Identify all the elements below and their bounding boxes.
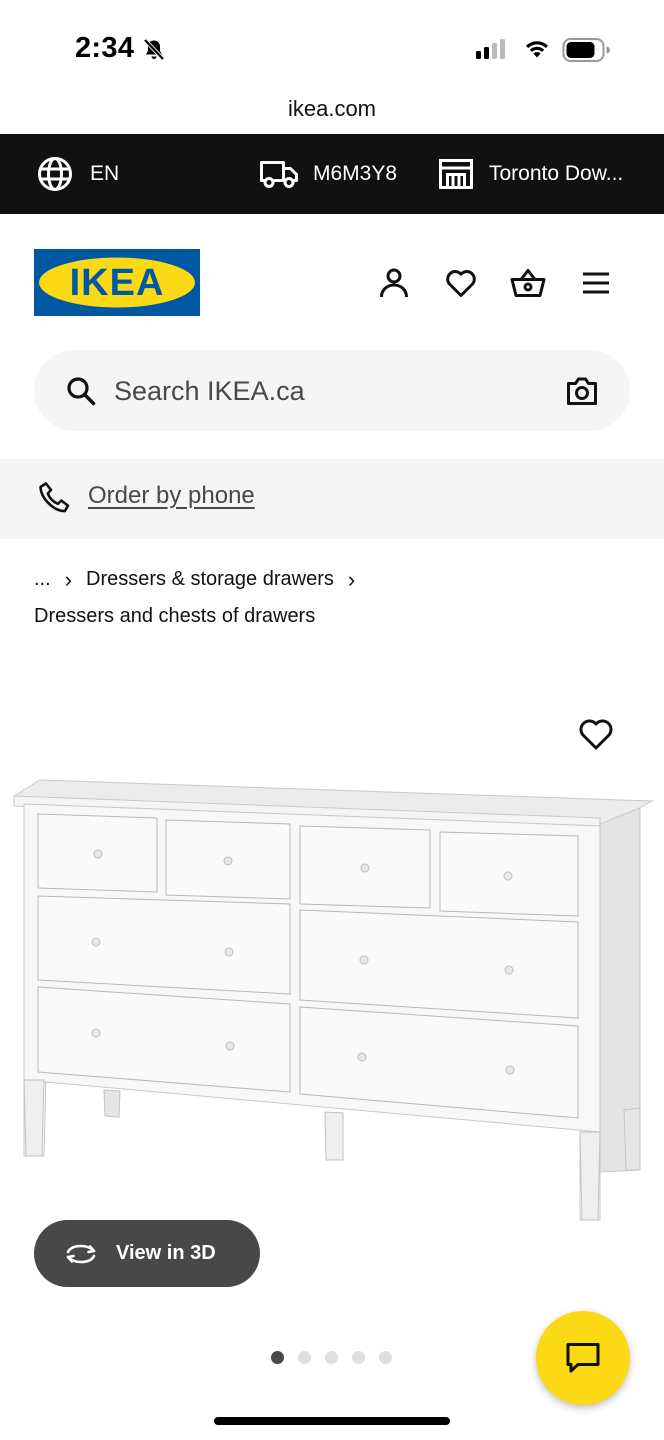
cellular-signal-icon	[476, 39, 505, 59]
language-label: EN	[90, 162, 120, 185]
carousel-dot-5[interactable]	[379, 1351, 392, 1364]
carousel-dot-2[interactable]	[298, 1351, 311, 1364]
store-label: Toronto Dow...	[489, 162, 624, 185]
delivery-truck-icon	[260, 161, 298, 188]
breadcrumb: ... › Dressers & storage drawers › Dress…	[34, 561, 634, 635]
rotate-3d-icon	[66, 1244, 96, 1263]
status-time: 2:34	[75, 32, 135, 64]
view-in-3d-label: View in 3D	[116, 1242, 216, 1264]
breadcrumb-separator: ›	[347, 567, 356, 592]
wishlist-button[interactable]	[443, 265, 479, 301]
person-icon	[380, 268, 408, 298]
heart-icon	[446, 270, 476, 297]
carousel-dot-1[interactable]	[271, 1351, 284, 1364]
image-carousel-dots	[271, 1351, 392, 1364]
bell-muted-icon	[143, 38, 165, 61]
carousel-dot-3[interactable]	[325, 1351, 338, 1364]
camera-search-icon[interactable]	[566, 376, 598, 406]
chat-bubble-icon	[566, 1343, 600, 1373]
menu-button[interactable]	[578, 265, 614, 301]
address-bar-url[interactable]: ikea.com	[0, 96, 664, 122]
product-image-dresser[interactable]	[0, 700, 664, 1260]
postal-code-selector[interactable]: M6M3Y8	[259, 134, 397, 214]
product-favorite-heart-icon[interactable]	[578, 717, 614, 753]
order-by-phone-link[interactable]: Order by phone	[88, 482, 255, 510]
postal-code-label: M6M3Y8	[313, 162, 398, 185]
breadcrumb-ellipsis[interactable]: ...	[34, 561, 51, 598]
breadcrumb-dressers-storage[interactable]: Dressers & storage drawers	[86, 561, 334, 598]
breadcrumb-separator: ›	[64, 567, 72, 592]
search-bar[interactable]	[34, 350, 630, 431]
status-bar: 2:34 ikea.com	[0, 0, 664, 121]
wifi-icon	[526, 41, 548, 58]
battery-icon	[562, 38, 610, 62]
order-by-phone-banner: Order by phone	[0, 459, 664, 539]
store-selector[interactable]: Toronto Dow...	[438, 134, 623, 214]
account-button[interactable]	[376, 265, 412, 301]
phone-icon	[39, 482, 70, 513]
breadcrumb-dressers-chests[interactable]: Dressers and chests of drawers	[34, 598, 315, 635]
logo-text: IKEA	[70, 262, 165, 304]
view-in-3d-button[interactable]: View in 3D	[34, 1220, 260, 1287]
search-icon	[67, 377, 96, 406]
hamburger-menu-icon	[583, 272, 609, 294]
language-selector[interactable]: EN	[37, 134, 119, 214]
home-indicator	[214, 1417, 450, 1425]
location-bar: EN M6M3Y8 Toronto Dow...	[0, 134, 664, 214]
globe-icon	[38, 157, 72, 191]
shopping-basket-icon	[510, 269, 546, 297]
cart-button[interactable]	[510, 265, 546, 301]
carousel-dot-4[interactable]	[352, 1351, 365, 1364]
search-input[interactable]	[114, 368, 534, 414]
chat-support-button[interactable]	[536, 1311, 630, 1405]
ikea-logo[interactable]: IKEA	[34, 249, 200, 316]
store-icon	[439, 159, 473, 189]
